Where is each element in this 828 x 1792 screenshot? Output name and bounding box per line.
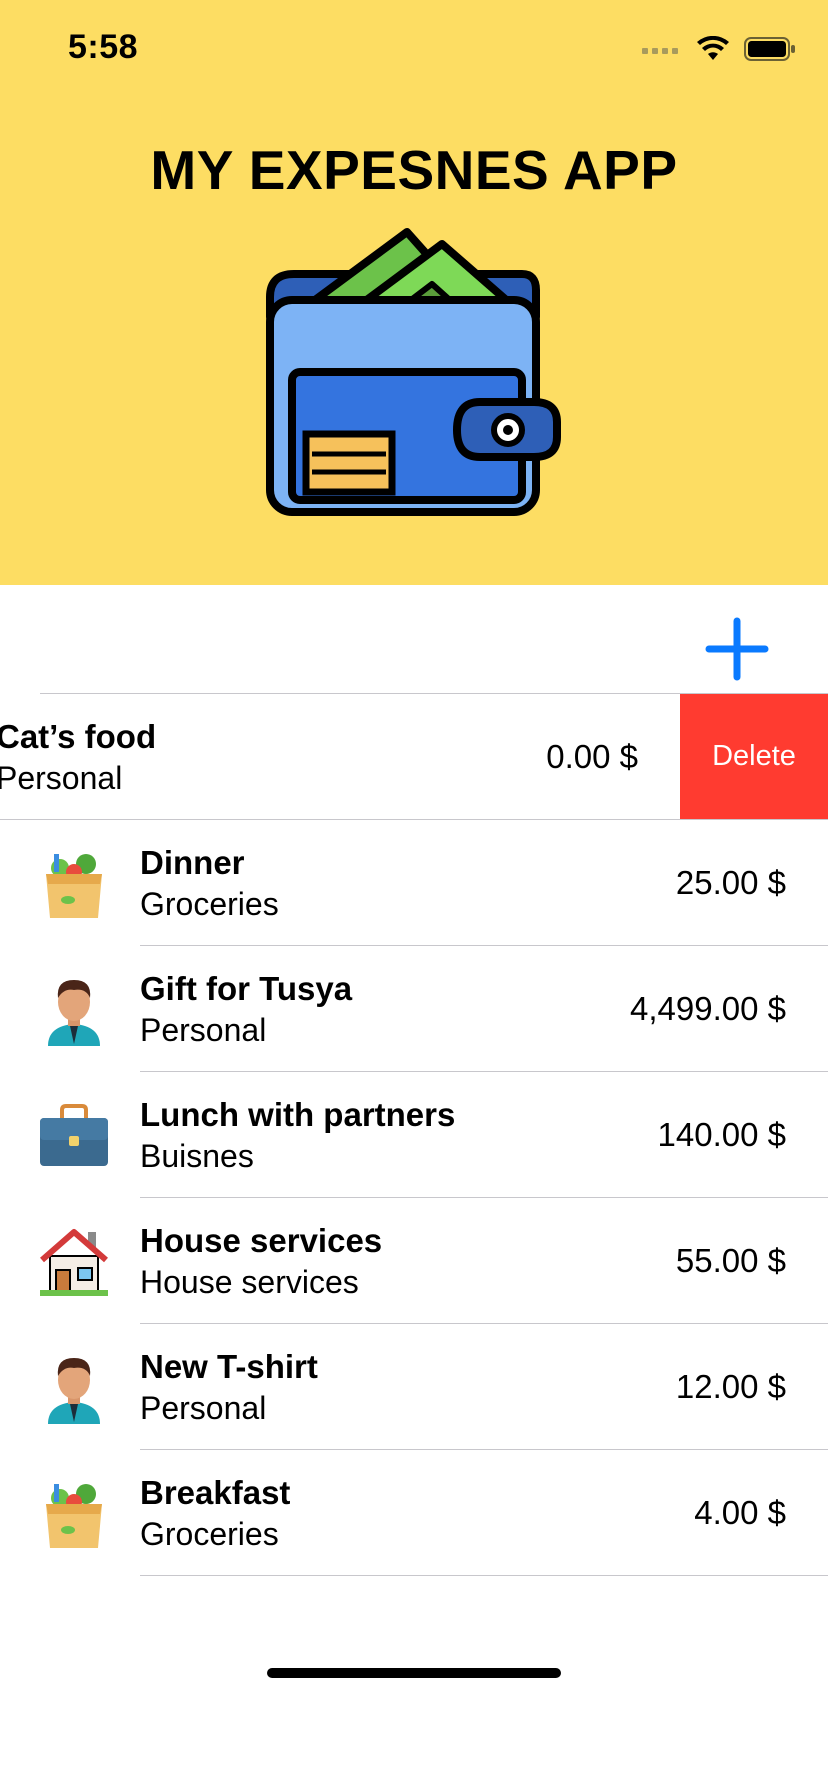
grocery-bag-icon xyxy=(46,1484,102,1548)
person-avatar-icon xyxy=(48,1358,100,1424)
expense-amount: 25.00 $ xyxy=(675,864,786,901)
expense-name: Breakfast xyxy=(140,1474,291,1511)
grocery-bag-icon xyxy=(46,854,102,918)
row-divider xyxy=(140,1575,828,1576)
expense-name: Gift for Tusya xyxy=(140,970,353,1007)
wallet-icon xyxy=(266,228,561,516)
expense-name: New T-shirt xyxy=(140,1348,318,1385)
briefcase-icon xyxy=(40,1104,108,1166)
status-icons xyxy=(642,36,796,62)
status-time: 5:58 xyxy=(68,28,139,66)
cellular-signal-icon xyxy=(642,48,678,54)
battery-icon xyxy=(744,37,795,61)
home-indicator[interactable] xyxy=(267,1668,561,1678)
house-icon xyxy=(40,1229,108,1296)
expense-amount: 4.00 $ xyxy=(694,1494,786,1531)
expense-name: Dinner xyxy=(140,844,245,881)
expense-category: House services xyxy=(140,1264,359,1300)
expense-row[interactable]: New T-shirt Personal 12.00 $ xyxy=(0,1324,828,1450)
expense-name: Lunch with partners xyxy=(140,1096,456,1133)
expense-name: Cat’s food xyxy=(0,718,157,755)
expense-category: Groceries xyxy=(140,1516,279,1552)
app-title: MY EXPESNES APP xyxy=(150,139,678,201)
delete-button[interactable]: Delete xyxy=(680,694,828,819)
expense-amount: 12.00 $ xyxy=(675,1368,786,1405)
expense-category: Personal xyxy=(140,1012,267,1048)
person-avatar-icon xyxy=(48,980,100,1046)
expense-amount: 4,499.00 $ xyxy=(630,990,786,1027)
expense-row[interactable]: Breakfast Groceries 4.00 $ xyxy=(0,1450,828,1576)
wifi-icon xyxy=(697,36,729,60)
expense-row-swiped[interactable]: Cat’s food Personal 0.00 $ Delete xyxy=(0,694,828,820)
expense-name: House services xyxy=(140,1222,383,1259)
expense-category: Buisnes xyxy=(140,1138,254,1174)
expense-row[interactable]: Dinner Groceries 25.00 $ xyxy=(0,820,828,946)
toolbar xyxy=(0,585,828,693)
expense-category: Personal xyxy=(140,1390,267,1426)
expense-row[interactable]: House services House services 55.00 $ xyxy=(0,1198,828,1324)
app-header: 5:58 MY EXPESNES APP xyxy=(0,0,828,585)
expense-amount: 0.00 $ xyxy=(546,738,638,775)
add-expense-button[interactable] xyxy=(705,617,769,681)
expense-row[interactable]: Gift for Tusya Personal 4,499.00 $ xyxy=(0,946,828,1072)
expense-category: Groceries xyxy=(140,886,279,922)
expense-amount: 55.00 $ xyxy=(675,1242,786,1279)
expense-category: Personal xyxy=(0,760,123,796)
expense-amount: 140.00 $ xyxy=(657,1116,786,1153)
expense-row[interactable]: Lunch with partners Buisnes 140.00 $ xyxy=(0,1072,828,1198)
expense-list: Cat’s food Personal 0.00 $ Delete Dinner… xyxy=(0,694,828,1576)
